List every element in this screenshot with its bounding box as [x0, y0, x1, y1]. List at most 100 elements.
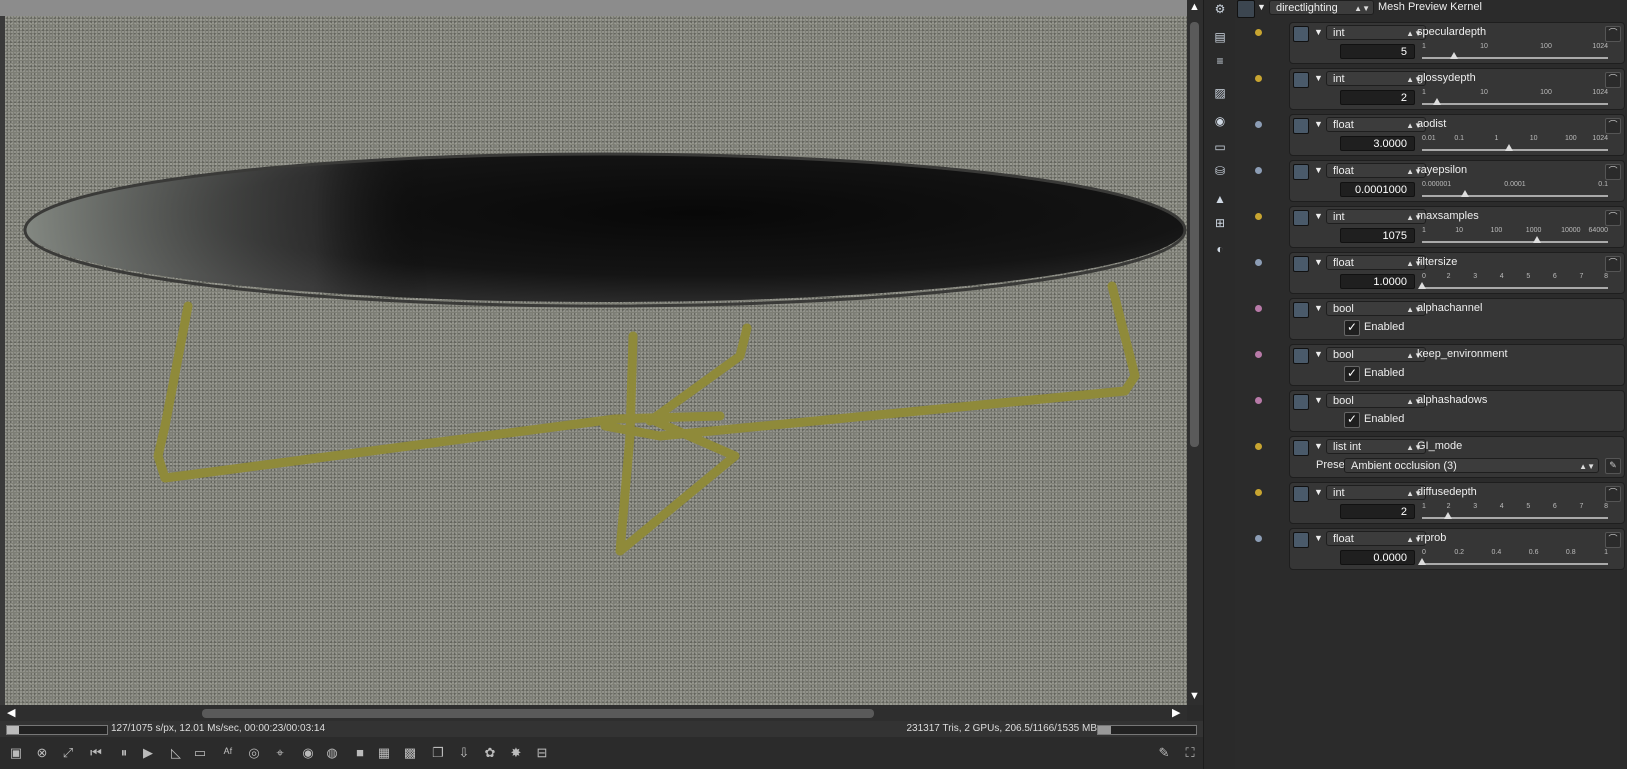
picture-icon[interactable]: ▲: [1212, 191, 1228, 207]
rewind-icon[interactable]: ⏮: [88, 745, 104, 761]
connection-dot[interactable]: [1255, 489, 1262, 496]
play-icon[interactable]: ▶: [140, 745, 156, 761]
collapse-icon[interactable]: ▼: [1314, 303, 1323, 313]
slider-thumb[interactable]: [1449, 52, 1458, 59]
value-field[interactable]: 2: [1340, 504, 1415, 519]
value-slider[interactable]: 0.01 0.1 1 10 100 1024: [1422, 135, 1608, 155]
bool-icon[interactable]: [1293, 348, 1309, 364]
bool-icon[interactable]: [1293, 394, 1309, 410]
slider-track[interactable]: [1422, 149, 1608, 151]
bool-icon[interactable]: [1293, 302, 1309, 318]
render-icon[interactable]: ▣: [8, 745, 24, 761]
collapse-icon[interactable]: ▼: [1314, 395, 1323, 405]
slider-thumb[interactable]: [1533, 236, 1542, 243]
collapse-icon[interactable]: ▼: [1314, 349, 1323, 359]
display-icon[interactable]: ▭: [192, 745, 208, 761]
float-icon[interactable]: [1293, 164, 1309, 180]
fit-icon[interactable]: ⤢: [60, 745, 76, 761]
slider-track[interactable]: [1422, 563, 1608, 565]
value-field[interactable]: 1.0000: [1340, 274, 1415, 289]
paint-icon[interactable]: ◐: [1212, 241, 1228, 257]
type-select[interactable]: bool ▲▼: [1326, 347, 1426, 362]
connection-dot[interactable]: [1255, 351, 1262, 358]
film-region-icon[interactable]: ▦: [376, 745, 392, 761]
value-field[interactable]: 2: [1340, 90, 1415, 105]
slider-track[interactable]: [1422, 103, 1608, 105]
collapse-icon[interactable]: ▼: [1314, 27, 1323, 37]
float-icon[interactable]: [1293, 532, 1309, 548]
collapse-icon[interactable]: ▼: [1314, 533, 1323, 543]
preset-select[interactable]: Ambient occlusion (3) ▲▼: [1344, 458, 1599, 473]
curve-icon[interactable]: ⌒: [1605, 164, 1621, 180]
value-field[interactable]: 5: [1340, 44, 1415, 59]
connection-dot[interactable]: [1255, 443, 1262, 450]
value-field[interactable]: 1075: [1340, 228, 1415, 243]
slider-thumb[interactable]: [1444, 512, 1453, 519]
vertical-scroll-thumb[interactable]: [1190, 22, 1199, 447]
curve-icon[interactable]: ⌒: [1605, 532, 1621, 548]
value-slider[interactable]: 0.000001 0.0001 0.1: [1422, 181, 1608, 201]
layers-icon[interactable]: ▤: [1212, 29, 1228, 45]
value-field[interactable]: 3.0000: [1340, 136, 1415, 151]
scroll-left-icon[interactable]: ◀: [7, 707, 15, 719]
pick-icon[interactable]: ⌖: [272, 745, 288, 761]
value-slider[interactable]: 0 0.2 0.4 0.6 0.8 1: [1418, 549, 1608, 569]
float-icon[interactable]: [1293, 118, 1309, 134]
checker-icon[interactable]: ▩: [402, 745, 418, 761]
fullscreen-icon[interactable]: ⛶: [1182, 745, 1198, 761]
kernel-select[interactable]: directlighting ▲▼: [1269, 0, 1374, 15]
slider-track[interactable]: [1422, 287, 1608, 289]
object-pick-icon[interactable]: ◍: [324, 745, 340, 761]
type-select[interactable]: int ▲▼: [1326, 209, 1426, 224]
connection-dot[interactable]: [1255, 259, 1262, 266]
collapse-icon[interactable]: ▼: [1314, 257, 1323, 267]
viewport-vertical-scrollbar[interactable]: ▲ ▼: [1187, 0, 1203, 705]
float-icon[interactable]: [1293, 256, 1309, 272]
slider-thumb[interactable]: [1418, 282, 1426, 289]
list-icon[interactable]: ≡: [1212, 53, 1228, 69]
int-icon[interactable]: [1293, 26, 1309, 42]
enable-checkbox[interactable]: ✓: [1344, 366, 1360, 382]
pause-icon[interactable]: ⏸: [116, 745, 132, 761]
camera-icon[interactable]: ◉: [1212, 113, 1228, 129]
edit-icon[interactable]: ✎: [1605, 458, 1621, 474]
type-select[interactable]: list int ▲▼: [1326, 439, 1426, 454]
int-icon[interactable]: [1293, 440, 1309, 456]
slider-thumb[interactable]: [1418, 558, 1426, 565]
curve-icon[interactable]: ⌒: [1605, 210, 1621, 226]
horizontal-scroll-thumb[interactable]: [202, 709, 874, 718]
collapse-icon[interactable]: ▼: [1314, 165, 1323, 175]
node-icon[interactable]: ⊞: [1212, 215, 1228, 231]
collapse-icon[interactable]: ▼: [1314, 119, 1323, 129]
value-field[interactable]: 0.0001000: [1340, 182, 1415, 197]
type-select[interactable]: bool ▲▼: [1326, 393, 1426, 408]
value-slider[interactable]: 1 10 100 1024: [1422, 43, 1608, 63]
enable-checkbox[interactable]: ✓: [1344, 412, 1360, 428]
type-select[interactable]: bool ▲▼: [1326, 301, 1426, 316]
stop-icon[interactable]: ⊗: [34, 745, 50, 761]
collapse-icon[interactable]: ▼: [1314, 211, 1323, 221]
curve-icon[interactable]: ⌒: [1605, 26, 1621, 42]
value-field[interactable]: 0.0000: [1340, 550, 1415, 565]
lock-icon[interactable]: ✸: [508, 745, 524, 761]
scroll-down-icon[interactable]: ▼: [1189, 690, 1200, 702]
connection-dot[interactable]: [1255, 213, 1262, 220]
scroll-up-icon[interactable]: ▲: [1189, 1, 1200, 13]
render-settings-icon[interactable]: ⚙: [1212, 1, 1228, 17]
slider-track[interactable]: [1422, 241, 1608, 243]
focus-icon[interactable]: ◎: [246, 745, 262, 761]
int-icon[interactable]: [1293, 486, 1309, 502]
collapse-icon[interactable]: ▼: [1314, 73, 1323, 83]
type-select[interactable]: float ▲▼: [1326, 163, 1426, 178]
render-image[interactable]: [5, 16, 1187, 705]
world-icon[interactable]: ✿: [482, 745, 498, 761]
connection-dot[interactable]: [1255, 535, 1262, 542]
int-icon[interactable]: [1293, 72, 1309, 88]
scroll-right-icon[interactable]: ▶: [1172, 707, 1180, 719]
int-icon[interactable]: [1293, 210, 1309, 226]
connection-dot[interactable]: [1255, 305, 1262, 312]
slider-thumb[interactable]: [1505, 144, 1514, 151]
curve-icon[interactable]: ⌒: [1605, 256, 1621, 272]
material-pick-icon[interactable]: ◉: [300, 745, 316, 761]
slider-thumb[interactable]: [1460, 190, 1469, 197]
